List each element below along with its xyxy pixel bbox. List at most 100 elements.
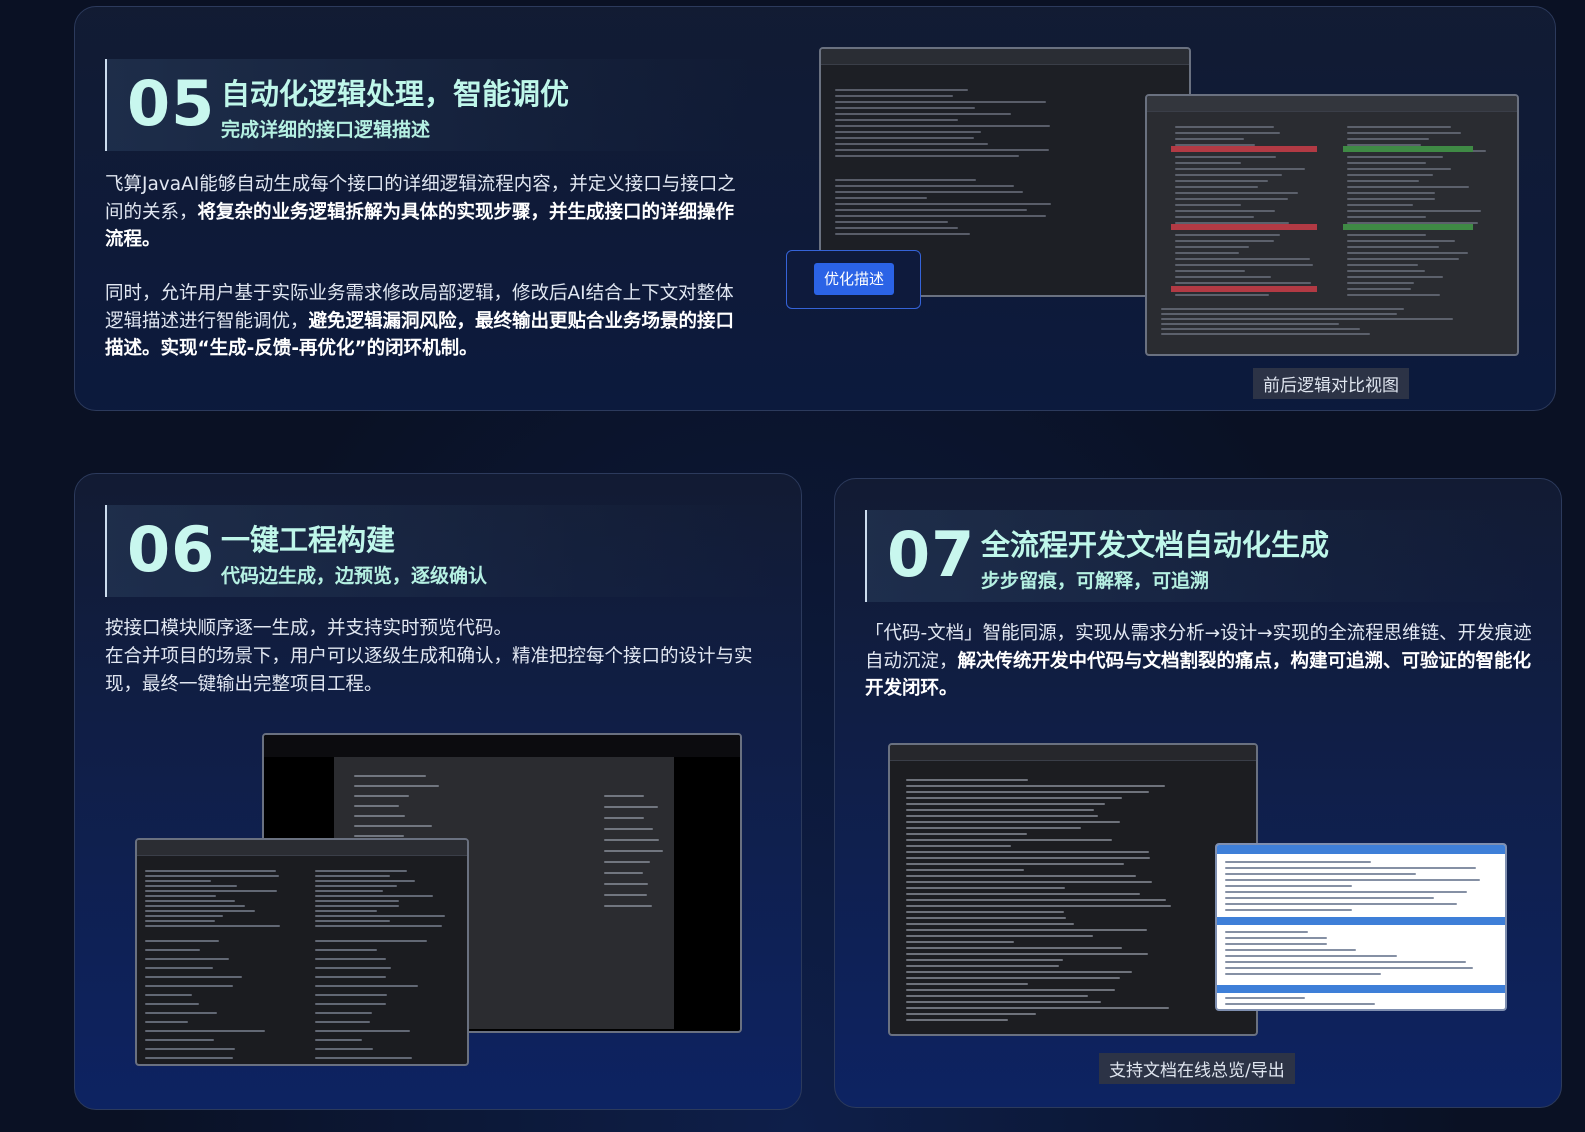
text-line-placeholder: [906, 941, 1014, 943]
text-line-placeholder: [145, 958, 229, 960]
text-line-placeholder: [906, 977, 1120, 979]
text-line-placeholder: [1175, 126, 1274, 128]
text-line-placeholder: [315, 1003, 386, 1005]
text-line-placeholder: [1175, 276, 1271, 278]
text-line-placeholder: [145, 900, 235, 902]
text-line-placeholder: [906, 857, 1150, 859]
text-line-placeholder: [1175, 138, 1244, 140]
text-line-placeholder: [604, 828, 653, 830]
text-line-placeholder: [1347, 234, 1426, 236]
text-line-placeholder: [835, 95, 953, 97]
text-line-placeholder: [835, 191, 1023, 193]
text-line-placeholder: [315, 910, 377, 912]
section-subtitle: 完成详细的接口逻辑描述: [221, 119, 431, 141]
diff-removed-highlight: [1171, 286, 1317, 292]
text-line-placeholder: [1347, 264, 1418, 266]
text-line-placeholder: [906, 911, 1064, 913]
text-line-placeholder: [906, 803, 1105, 805]
text-line-placeholder: [145, 875, 279, 877]
feature-card-06: 06 一键工程构建 代码边生成，边预览，逐级确认 按接口模块顺序逐一生成，并支持…: [74, 473, 802, 1110]
text-line-placeholder: [1225, 1003, 1375, 1005]
text-line-placeholder: [1161, 323, 1339, 325]
text-line-placeholder: [906, 851, 1149, 853]
diff-removed-highlight: [1171, 224, 1317, 230]
text-line-placeholder: [315, 1057, 412, 1059]
text-line-placeholder: [145, 1003, 199, 1005]
text-line-placeholder: [145, 925, 280, 927]
text-line-placeholder: [315, 885, 397, 887]
text-line-placeholder: [906, 965, 1059, 967]
text-line-placeholder: [906, 905, 1171, 907]
text-line-placeholder: [906, 875, 1136, 877]
text-line-placeholder: [315, 875, 390, 877]
text-line-placeholder: [1225, 891, 1467, 893]
text-line-placeholder: [906, 1019, 1008, 1021]
text-line-placeholder: [835, 119, 958, 121]
text-line-placeholder: [1161, 308, 1404, 310]
text-line-placeholder: [145, 885, 237, 887]
text-line-placeholder: [1175, 270, 1245, 272]
text-line-placeholder: [604, 839, 659, 841]
text-line-placeholder: [1225, 967, 1473, 969]
text-line-placeholder: [315, 949, 377, 951]
text-line-placeholder: [145, 1057, 233, 1059]
section-title: 一键工程构建: [221, 523, 396, 557]
text-line-placeholder: [1175, 162, 1241, 164]
compare-view-caption: 前后逻辑对比视图: [1253, 368, 1409, 399]
section-number: 07: [887, 518, 976, 591]
text-line-placeholder: [315, 1021, 370, 1023]
text-line-placeholder: [1225, 961, 1466, 963]
feature-card-07: 07 全流程开发文档自动化生成 步步留痕，可解释，可追溯 「代码-文档」智能同源…: [834, 478, 1562, 1108]
text-line-placeholder: [1347, 198, 1435, 200]
text-line-placeholder: [1347, 174, 1433, 176]
section-subtitle: 代码边生成，边预览，逐级确认: [221, 565, 488, 587]
text-line-placeholder: [1225, 885, 1352, 887]
text-line-placeholder: [1347, 270, 1425, 272]
text-line-placeholder: [1225, 879, 1480, 881]
feature-card-05: 05 自动化逻辑处理，智能调优 完成详细的接口逻辑描述 飞算JavaAI能够自动…: [74, 6, 1556, 411]
text-line-placeholder: [315, 905, 399, 907]
text-line-placeholder: [906, 869, 1024, 871]
text-line-placeholder: [1347, 192, 1435, 194]
text-line-placeholder: [1225, 897, 1434, 899]
text-line-placeholder: [835, 227, 958, 229]
optimize-description-button[interactable]: 优化描述: [814, 263, 894, 295]
description-emphasis: 将复杂的业务逻辑拆解为具体的实现步骤，并生成接口的详细操作流程。: [105, 201, 735, 251]
text-line-placeholder: [906, 995, 1088, 997]
text-line-placeholder: [145, 1048, 235, 1050]
text-line-placeholder: [906, 863, 1124, 865]
text-line-placeholder: [145, 985, 233, 987]
text-line-placeholder: [145, 967, 213, 969]
description-paragraph-1: 飞算JavaAI能够自动生成每个接口的详细逻辑流程内容，并定义接口与接口之间的关…: [105, 171, 745, 254]
text-line-placeholder: [145, 890, 277, 892]
text-line-placeholder: [1347, 156, 1443, 158]
text-line-placeholder: [145, 895, 216, 897]
text-line-placeholder: [835, 143, 988, 145]
text-line-placeholder: [1225, 931, 1308, 933]
text-line-placeholder: [604, 883, 648, 885]
text-line-placeholder: [145, 1021, 188, 1023]
description-emphasis: 解决传统开发中代码与文档割裂的痛点，构建可追溯、可验证的智能化开发闭环。: [865, 650, 1532, 700]
text-line-placeholder: [145, 910, 255, 912]
text-line-placeholder: [906, 893, 1140, 895]
text-line-placeholder: [835, 215, 1046, 217]
text-line-placeholder: [835, 179, 976, 181]
text-line-placeholder: [1225, 903, 1457, 905]
logic-diff-screenshot: [1145, 94, 1519, 356]
text-line-placeholder: [1175, 180, 1268, 182]
text-line-placeholder: [1175, 168, 1305, 170]
section-title: 全流程开发文档自动化生成: [981, 528, 1330, 562]
text-line-placeholder: [315, 967, 391, 969]
text-line-placeholder: [604, 905, 652, 907]
text-line-placeholder: [906, 839, 1112, 841]
text-line-placeholder: [315, 890, 383, 892]
text-line-placeholder: [354, 775, 426, 777]
text-line-placeholder: [1161, 328, 1360, 330]
text-line-placeholder: [906, 971, 1132, 973]
text-line-placeholder: [354, 835, 404, 837]
text-line-placeholder: [1175, 216, 1254, 218]
text-line-placeholder: [835, 107, 975, 109]
text-line-placeholder: [906, 983, 1028, 985]
text-line-placeholder: [315, 958, 386, 960]
text-line-placeholder: [1347, 294, 1440, 296]
